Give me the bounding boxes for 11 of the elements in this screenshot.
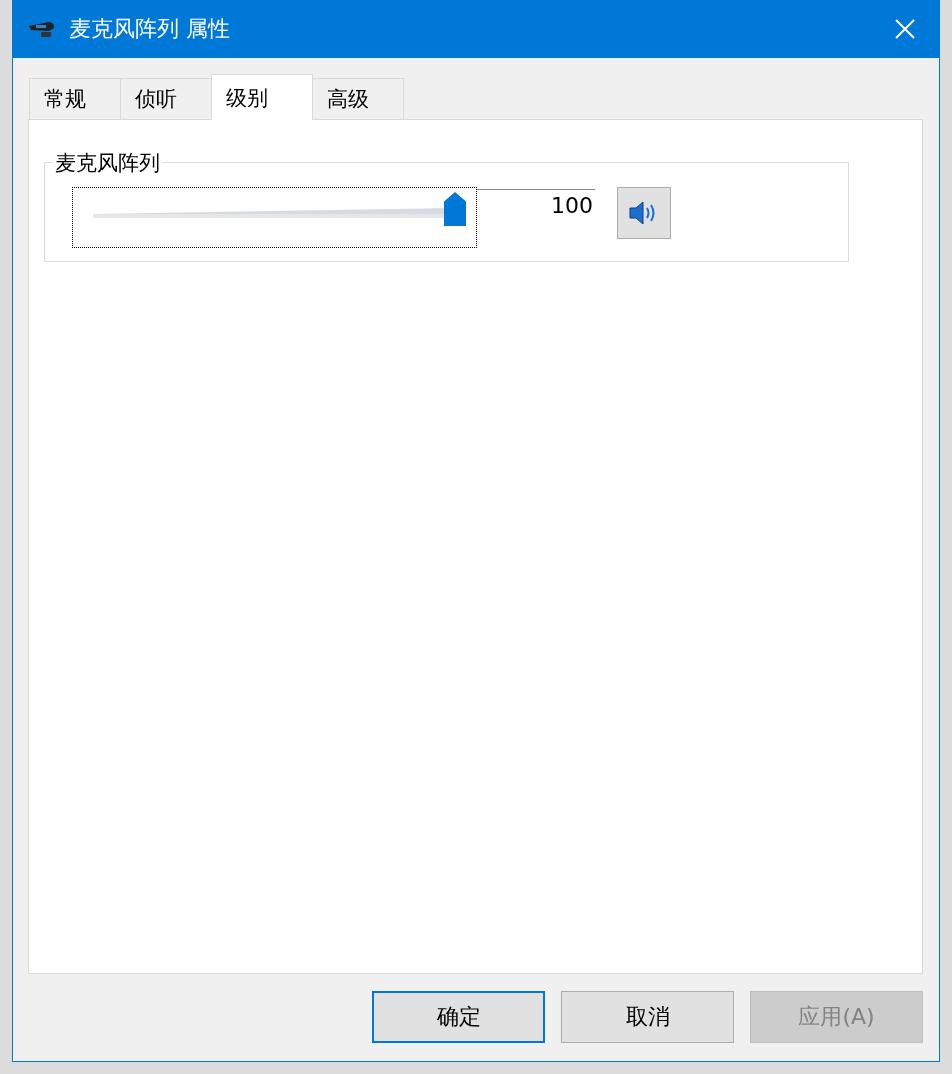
- window-title: 麦克风阵列 属性: [69, 15, 231, 43]
- close-icon: [894, 18, 916, 40]
- volume-reading: 100: [550, 193, 593, 218]
- tab[interactable]: 高级: [312, 78, 404, 120]
- dialog-button[interactable]: 取消: [561, 991, 734, 1043]
- tab[interactable]: 级别: [211, 74, 313, 120]
- dialog-button[interactable]: 确定: [372, 991, 545, 1043]
- tab[interactable]: 常规: [29, 78, 121, 120]
- slider-thumb[interactable]: [444, 192, 466, 226]
- mute-button[interactable]: [617, 187, 671, 239]
- volume-slider[interactable]: [72, 187, 477, 248]
